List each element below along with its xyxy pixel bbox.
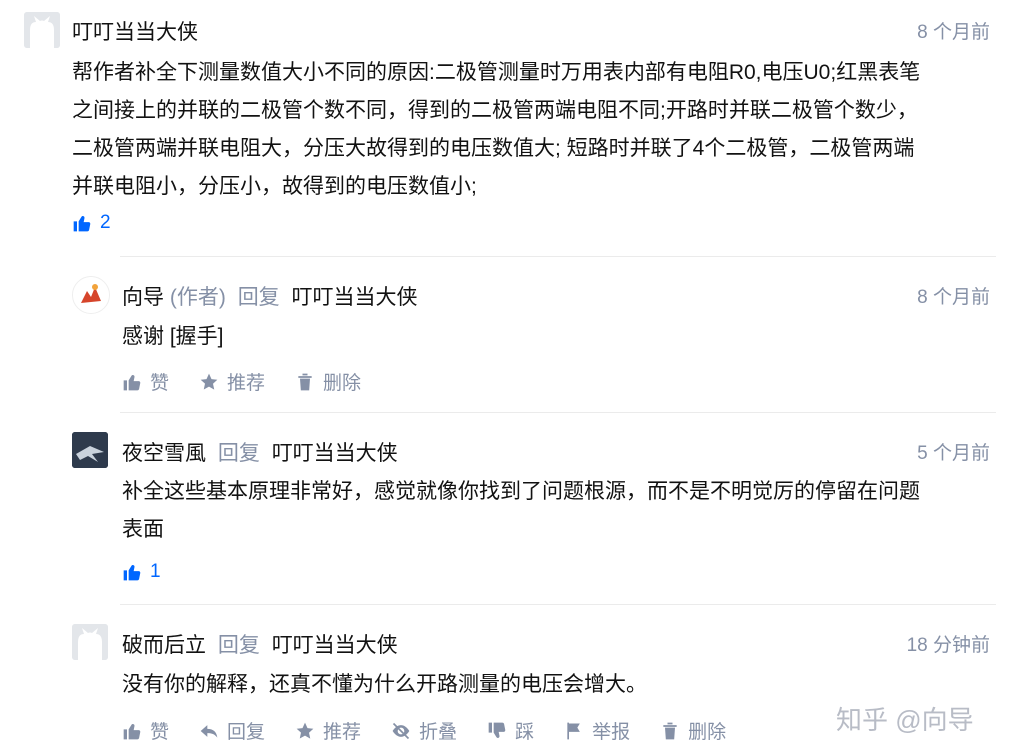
reply-word: 回复 <box>237 286 280 309</box>
like-count: 1 <box>150 561 161 582</box>
like-button[interactable]: 赞 <box>122 717 169 744</box>
reply-target[interactable]: 叮叮当当大侠 <box>272 634 398 657</box>
eye-off-icon <box>392 722 410 739</box>
reply-target[interactable]: 叮叮当当大侠 <box>272 442 398 465</box>
reply-word: 回复 <box>217 634 260 657</box>
reply-author: 向导 (作者) 回复 叮叮当当大侠 <box>122 281 418 311</box>
reply-word: 回复 <box>217 442 260 465</box>
divider <box>120 412 996 413</box>
content-line: 帮作者补全下测量数值大小不同的原因:二极管测量时万用表内部有电阻R0,电压U0;… <box>72 61 921 84</box>
like-count: 2 <box>100 212 111 233</box>
reply-target[interactable]: 叮叮当当大侠 <box>292 286 418 309</box>
reply-time: 8 个月前 <box>917 287 990 308</box>
delete-label: 删除 <box>688 722 727 743</box>
divider <box>120 604 996 605</box>
comment-author[interactable]: 叮叮当当大侠 <box>72 16 198 46</box>
reply-actions: 赞 回复 推荐 折叠 踩 举报 删除 <box>122 717 756 744</box>
reply-author-name[interactable]: 夜空雪風 <box>122 442 206 465</box>
reply-button[interactable]: 回复 <box>199 717 265 744</box>
reply-content: 没有你的解释，还真不懂为什么开路测量的电压会增大。 <box>122 666 992 704</box>
comment-actions: 2 <box>72 212 141 234</box>
avatar[interactable] <box>72 432 108 468</box>
report-label: 举报 <box>592 722 631 743</box>
reply-content: 补全这些基本原理非常好，感觉就像你找到了问题根源，而不是不明觉厉的停留在问题 表… <box>122 473 992 549</box>
like-button[interactable]: 赞 <box>122 368 169 395</box>
flag-icon <box>567 722 580 739</box>
recommend-button[interactable]: 推荐 <box>295 717 361 744</box>
like-label: 赞 <box>150 373 170 394</box>
reply-content: 感谢 [握手] <box>122 318 992 356</box>
reply-actions: 赞 推荐 删除 <box>122 368 391 395</box>
collapse-button[interactable]: 折叠 <box>391 717 457 744</box>
content-line: 补全这些基本原理非常好，感觉就像你找到了问题根源，而不是不明觉厉的停留在问题 <box>122 480 920 503</box>
star-icon <box>200 373 218 390</box>
like-button[interactable]: 2 <box>72 212 111 234</box>
reply-author: 夜空雪風 回复 叮叮当当大侠 <box>122 437 398 467</box>
recommend-button[interactable]: 推荐 <box>199 368 265 395</box>
author-role-badge: (作者) <box>169 286 226 309</box>
reply-actions: 1 <box>122 561 191 583</box>
like-button[interactable]: 1 <box>122 561 161 583</box>
dislike-label: 踩 <box>515 722 535 743</box>
delete-label: 删除 <box>323 373 362 394</box>
collapse-label: 折叠 <box>419 722 458 743</box>
reply-label: 回复 <box>227 722 266 743</box>
report-button[interactable]: 举报 <box>564 717 630 744</box>
thumbs-up-icon <box>123 723 141 739</box>
star-icon <box>296 722 314 739</box>
reply-time: 18 分钟前 <box>906 635 990 656</box>
comment-time: 8 个月前 <box>917 22 990 43</box>
watermark: 知乎 @向导 <box>836 705 974 735</box>
like-label: 赞 <box>150 722 170 743</box>
reply-author-name[interactable]: 破而后立 <box>122 634 206 657</box>
thumbs-up-icon <box>123 565 141 581</box>
dislike-button[interactable]: 踩 <box>487 717 534 744</box>
thumbs-up-icon <box>73 216 91 232</box>
content-line: 表面 <box>122 518 164 541</box>
content-line: 之间接上的并联的二极管个数不同，得到的二极管两端电阻不同;开路时并联二极管个数少… <box>72 99 918 122</box>
avatar[interactable] <box>72 276 110 314</box>
thumbs-up-icon <box>123 374 141 390</box>
delete-button[interactable]: 删除 <box>660 717 726 744</box>
recommend-label: 推荐 <box>323 722 362 743</box>
avatar[interactable] <box>24 12 60 48</box>
delete-button[interactable]: 删除 <box>295 368 361 395</box>
recommend-label: 推荐 <box>227 373 266 394</box>
avatar[interactable] <box>72 624 108 660</box>
reply-author: 破而后立 回复 叮叮当当大侠 <box>122 629 398 659</box>
content-line: 并联电阻小，分压小，故得到的电压数值小; <box>72 175 477 198</box>
divider <box>120 256 996 257</box>
content-line: 二极管两端并联电阻大，分压大故得到的电压数值大; 短路时并联了4个二极管，二极管… <box>72 137 915 160</box>
trash-icon <box>663 722 677 739</box>
comment-content: 帮作者补全下测量数值大小不同的原因:二极管测量时万用表内部有电阻R0,电压U0;… <box>72 54 992 206</box>
content-line: 感谢 [握手] <box>122 325 224 348</box>
reply-author-name[interactable]: 向导 <box>122 286 164 309</box>
content-line: 没有你的解释，还真不懂为什么开路测量的电压会增大。 <box>122 673 647 696</box>
trash-icon <box>298 373 312 390</box>
reply-time: 5 个月前 <box>917 443 990 464</box>
thumbs-down-icon <box>488 722 506 738</box>
reply-arrow-icon <box>200 724 218 738</box>
